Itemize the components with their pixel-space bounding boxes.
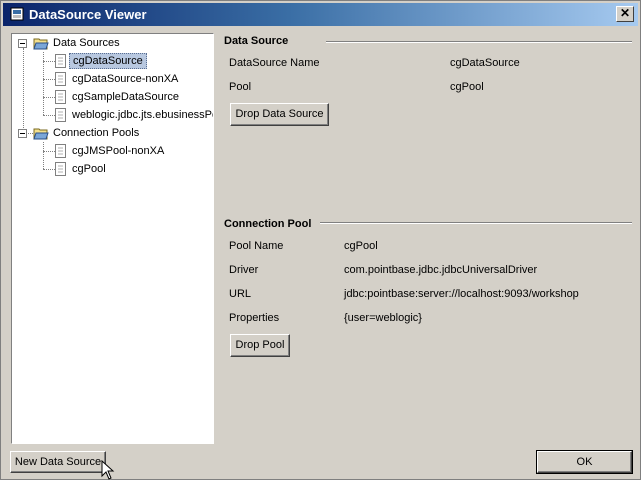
url-value: jdbc:pointbase:server://localhost:9093/w… [344,288,579,300]
datasource-icon [55,108,66,122]
pool-value: cgPool [450,81,484,93]
tree-label: cgDataSource-nonXA [72,73,179,85]
datasource-viewer-window: DataSource Viewer ✕ Data Sources cgDataS… [0,0,641,480]
tree-label: cgPool [72,163,106,175]
properties-label: Properties [229,312,280,324]
close-button[interactable]: ✕ [616,6,634,22]
datasource-name-value: cgDataSource [450,57,520,69]
ok-button[interactable]: OK [536,450,633,474]
section-divider [326,41,632,43]
collapse-icon[interactable] [18,39,27,48]
url-label: URL [229,288,252,300]
new-datasource-button[interactable]: New Data Source [10,451,106,473]
collapse-icon[interactable] [18,129,27,138]
folder-open-icon [33,38,49,50]
close-icon: ✕ [619,6,631,20]
tree-label: cgJMSPool-nonXA [72,145,165,157]
pool-name-label: Pool Name [229,240,284,252]
tree-label: Connection Pools [53,127,140,139]
tree-label: cgSampleDataSource [72,91,180,103]
pool-icon [55,144,66,158]
datasource-icon [55,90,66,104]
title-bar[interactable]: DataSource Viewer ✕ [3,3,638,26]
section-divider [320,222,632,224]
pool-label: Pool [229,81,252,93]
tree-label: weblogic.jdbc.jts.ebusinessPool [72,109,214,121]
folder-open-icon [33,128,49,140]
datasource-name-label: DataSource Name [229,57,320,69]
driver-label: Driver [229,264,259,276]
mouse-pointer-icon [101,460,115,480]
tree-item-weblogic-ebusinesspool[interactable]: weblogic.jdbc.jts.ebusinessPool [12,106,214,124]
window-title: DataSource Viewer [29,7,147,22]
pool-name-value: cgPool [344,240,378,252]
tree-node-data-sources[interactable]: Data Sources [12,34,212,52]
app-icon [10,7,24,21]
datasource-section-title: Data Source [224,35,289,47]
tree-item-cgdatasource-nonxa[interactable]: cgDataSource-nonXA [12,70,212,88]
connection-pool-section-title: Connection Pool [224,218,312,230]
pool-icon [55,162,66,176]
tree-item-cgjmspool-nonxa[interactable]: cgJMSPool-nonXA [12,142,212,160]
tree-item-cgdatasource[interactable]: cgDataSource [12,52,212,70]
datasource-icon [55,72,66,86]
properties-value: {user=weblogic} [344,312,422,324]
tree-label: cgDataSource [69,53,147,69]
tree-label: Data Sources [53,37,120,49]
datasource-tree[interactable]: Data Sources cgDataSource cgDataSource-n… [11,33,214,444]
drop-pool-button[interactable]: Drop Pool [230,334,290,357]
driver-value: com.pointbase.jdbc.jdbcUniversalDriver [344,264,538,276]
tree-item-cgpool[interactable]: cgPool [12,160,212,178]
drop-datasource-button[interactable]: Drop Data Source [230,103,329,126]
tree-item-cgsampledatasource[interactable]: cgSampleDataSource [12,88,212,106]
tree-node-connection-pools[interactable]: Connection Pools [12,124,212,142]
datasource-icon [55,54,66,68]
